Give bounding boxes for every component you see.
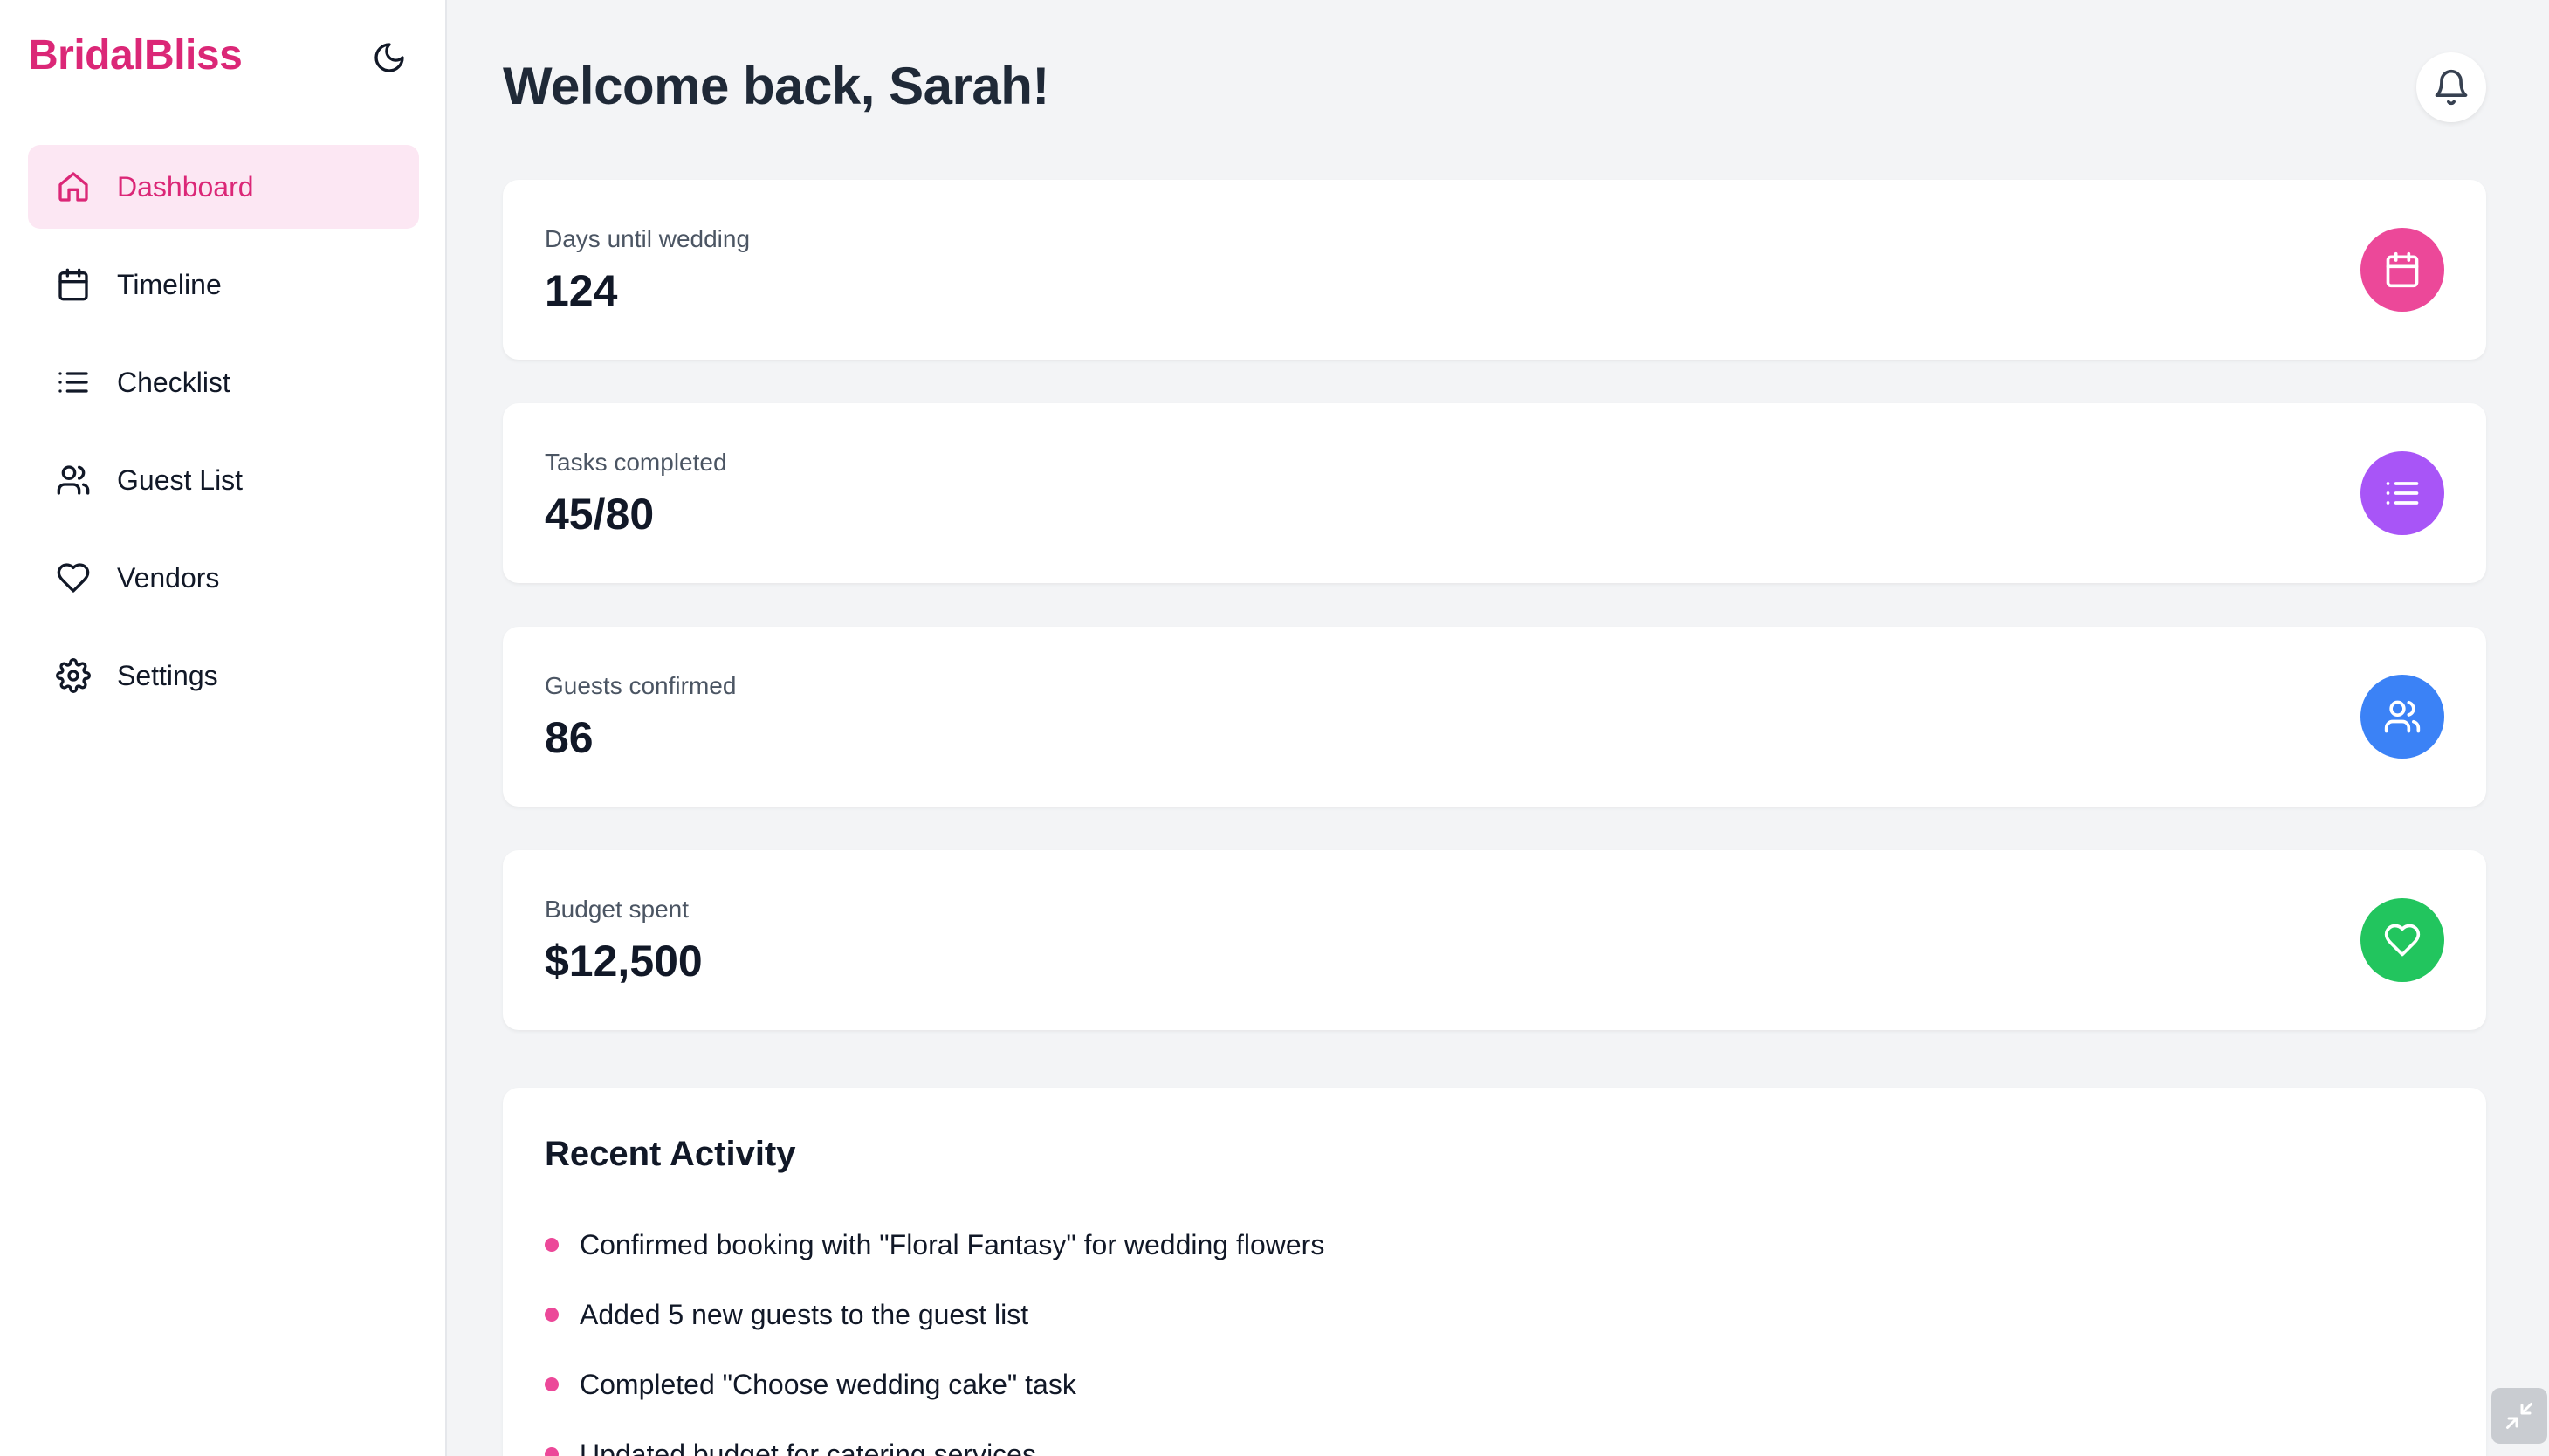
list-icon (56, 365, 91, 400)
theme-toggle-button[interactable] (365, 33, 414, 82)
activity-text: Confirmed booking with "Floral Fantasy" … (580, 1228, 1325, 1260)
sidebar-item-label: Timeline (117, 268, 222, 300)
bell-icon (2435, 69, 2468, 106)
sidebar-item-label: Settings (117, 659, 218, 691)
sidebar-item-label: Checklist (117, 366, 230, 398)
sidebar-item-dashboard[interactable]: Dashboard (28, 145, 419, 229)
recent-activity-title: Recent Activity (545, 1135, 796, 1173)
bullet-dot (545, 1308, 559, 1322)
list-item: Updated budget for catering services (545, 1419, 1324, 1456)
stat-label: Days until wedding (545, 225, 751, 252)
heart-icon (56, 560, 91, 595)
stat-card-guests-confirmed: Guests confirmed 86 (503, 627, 2486, 807)
stat-label: Guests confirmed (545, 672, 737, 699)
activity-text: Added 5 new guests to the guest list (580, 1298, 1029, 1330)
bullet-dot (545, 1238, 559, 1252)
activity-text: Completed "Choose wedding cake" task (580, 1368, 1076, 1400)
stat-card-tasks-completed: Tasks completed 45/80 (503, 403, 2486, 583)
stat-value: 124 (545, 266, 618, 315)
page-title: Welcome back, Sarah! (503, 57, 1049, 115)
stat-label: Budget spent (545, 896, 690, 923)
users-icon (56, 463, 91, 498)
sidebar-item-label: Vendors (117, 561, 220, 594)
activity-list: Confirmed booking with "Floral Fantasy" … (545, 1210, 1324, 1456)
list-item: Added 5 new guests to the guest list (545, 1280, 1324, 1350)
sidebar-nav: Dashboard Timeline Checklist Guest List (28, 145, 419, 731)
sidebar-item-checklist[interactable]: Checklist (28, 340, 419, 424)
calendar-icon (2360, 228, 2444, 312)
list-icon (2360, 451, 2444, 535)
bullet-dot (545, 1377, 559, 1391)
list-item: Completed "Choose wedding cake" task (545, 1350, 1324, 1419)
sidebar-item-label: Dashboard (117, 170, 254, 203)
gear-icon (56, 658, 91, 693)
sidebar-item-settings[interactable]: Settings (28, 634, 419, 718)
list-item: Confirmed booking with "Floral Fantasy" … (545, 1210, 1324, 1280)
sidebar-item-guest-list[interactable]: Guest List (28, 438, 419, 522)
sidebar-item-timeline[interactable]: Timeline (28, 243, 419, 326)
activity-text: Updated budget for catering services (580, 1438, 1036, 1456)
users-icon (2360, 675, 2444, 759)
heart-icon (2360, 898, 2444, 982)
collapse-icon (2506, 1403, 2532, 1429)
stat-value: 45/80 (545, 490, 655, 539)
home-icon (56, 169, 91, 204)
stat-card-days-until-wedding: Days until wedding 124 (503, 180, 2486, 360)
brand-logo[interactable]: BridalBliss (28, 31, 243, 79)
recent-activity-card: Recent Activity Confirmed booking with "… (503, 1088, 2486, 1456)
calendar-icon (56, 267, 91, 302)
collapse-button[interactable] (2491, 1388, 2547, 1444)
stat-card-budget-spent: Budget spent $12,500 (503, 850, 2486, 1030)
sidebar: BridalBliss Dashboard Timeline Checklist… (0, 0, 447, 1456)
stat-label: Tasks completed (545, 449, 727, 476)
bullet-dot (545, 1447, 559, 1456)
notifications-button[interactable] (2416, 52, 2486, 122)
sidebar-item-vendors[interactable]: Vendors (28, 536, 419, 620)
moon-icon (374, 43, 404, 72)
main-content: Welcome back, Sarah! Days until wedding … (447, 0, 2549, 1456)
stat-value: $12,500 (545, 937, 703, 986)
sidebar-item-label: Guest List (117, 464, 244, 496)
stat-value: 86 (545, 713, 594, 762)
